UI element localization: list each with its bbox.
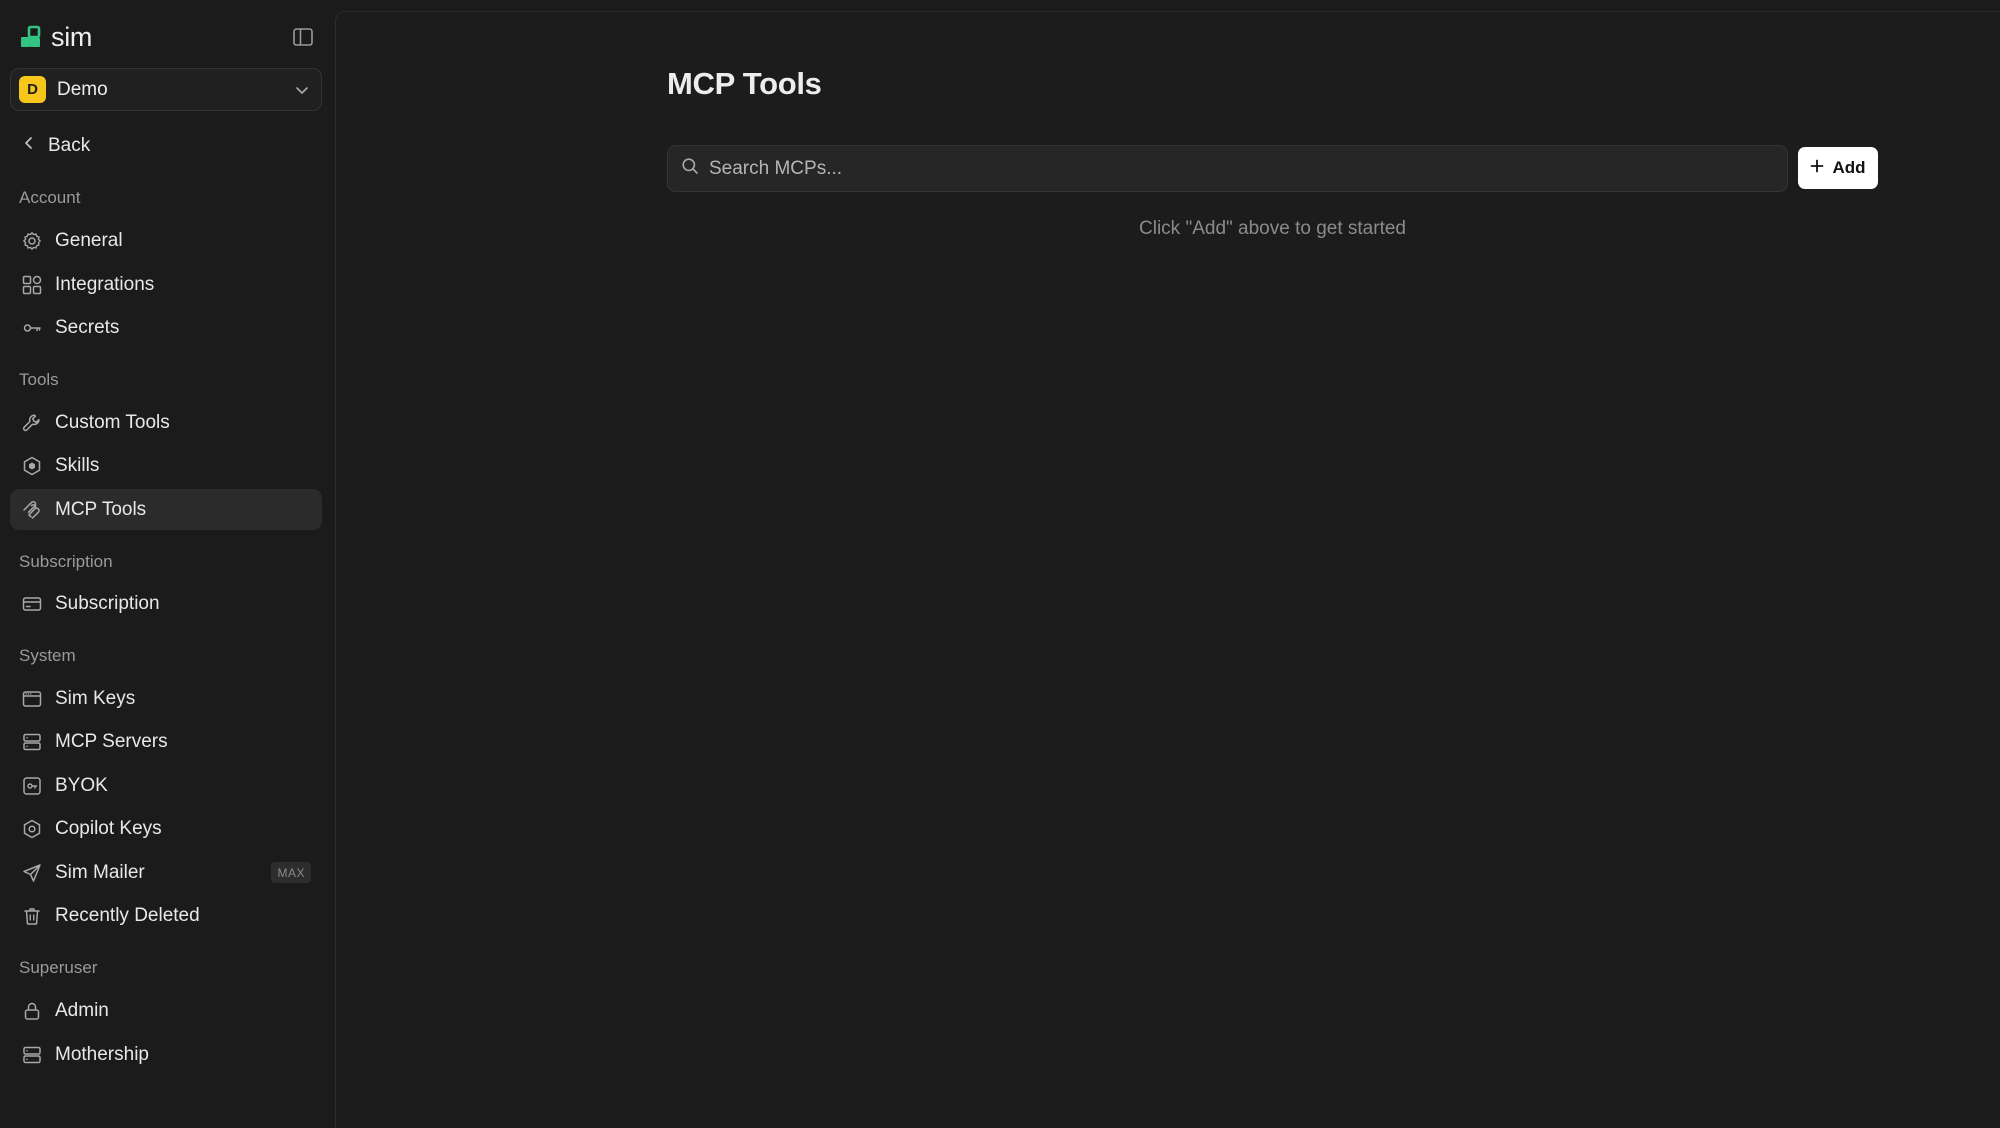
sidebar-item-skills[interactable]: Skills [10,445,322,486]
sidebar-item-label: Recently Deleted [55,904,200,926]
integrations-grid-icon [21,274,43,296]
sidebar-item-custom-tools[interactable]: Custom Tools [10,402,322,443]
sidebar-item-label: MCP Servers [55,730,168,752]
send-icon [21,862,43,884]
empty-state-message: Click "Add" above to get started [1139,218,1406,239]
plus-icon [1810,158,1824,178]
lock-icon [21,1000,43,1022]
search-input[interactable] [709,157,1759,180]
sidebar-item-admin[interactable]: Admin [10,990,322,1031]
sidebar-item-label: Copilot Keys [55,817,162,839]
server-icon [21,731,43,753]
sidebar-item-sim-mailer[interactable]: Sim Mailer MAX [10,852,322,893]
main-panel: MCP Tools Add Click "Add" above to get s… [335,11,2000,1128]
section-label-account: Account [19,188,81,207]
sidebar-item-secrets[interactable]: Secrets [10,307,322,348]
sidebar-item-integrations[interactable]: Integrations [10,264,322,305]
brand-name: sim [51,21,93,52]
sidebar-item-label: Admin [55,999,109,1021]
sidebar-item-copilot-keys[interactable]: Copilot Keys [10,808,322,849]
add-button[interactable]: Add [1798,147,1878,189]
browser-window-icon [21,688,43,710]
sidebar-item-mcp-tools[interactable]: MCP Tools [10,489,322,530]
sidebar-panel-icon [293,28,313,46]
key-icon [21,317,43,339]
section-label-subscription: Subscription [19,552,113,571]
trash-icon [21,905,43,927]
sim-logo-icon [19,25,43,49]
sidebar-item-label: Subscription [55,592,160,614]
sidebar-item-recently-deleted[interactable]: Recently Deleted [10,895,322,936]
max-badge: MAX [271,862,311,883]
chevron-left-icon [22,135,36,157]
page-title: MCP Tools [667,66,822,101]
sidebar-item-byok[interactable]: BYOK [10,765,322,806]
sidebar-item-label: BYOK [55,774,108,796]
sidebar-item-label: MCP Tools [55,498,147,520]
brand[interactable]: sim [19,20,92,54]
sidebar-item-label: Sim Mailer [55,861,145,883]
section-label-superuser: Superuser [19,958,98,977]
server-icon [21,1044,43,1066]
section-label-tools: Tools [19,370,59,389]
copilot-hexagon-icon [21,818,43,840]
sidebar-item-label: Skills [55,454,100,476]
credit-card-icon [21,593,43,615]
sidebar-item-label: Integrations [55,273,155,295]
sidebar-item-mcp-servers[interactable]: MCP Servers [10,721,322,762]
add-button-label: Add [1832,158,1866,177]
wrench-icon [21,412,43,434]
sidebar-item-sim-keys[interactable]: Sim Keys [10,678,322,719]
sidebar-item-label: Mothership [55,1043,149,1065]
workspace-switcher[interactable]: D Demo [10,68,322,111]
sidebar-item-subscription[interactable]: Subscription [10,583,322,624]
back-button[interactable]: Back [22,131,90,161]
sidebar-item-mothership[interactable]: Mothership [10,1034,322,1075]
back-label: Back [48,135,91,156]
key-box-icon [21,775,43,797]
sidebar-toggle-button[interactable] [291,26,315,48]
sidebar-item-label: Sim Keys [55,687,136,709]
chevron-down-icon [294,82,310,103]
workspace-name: Demo [57,78,108,100]
sidebar-item-label: General [55,229,123,251]
sidebar: sim D Demo Back Account General Integrat… [0,0,335,1128]
sidebar-item-label: Custom Tools [55,411,170,433]
search-bar[interactable] [667,145,1788,192]
section-label-system: System [19,646,76,665]
sidebar-item-label: Secrets [55,316,120,338]
search-icon [681,157,699,180]
workspace-avatar: D [19,76,46,103]
sidebar-item-general[interactable]: General [10,220,322,261]
gear-icon [21,230,43,252]
mcp-icon [21,499,43,521]
skills-hexagon-icon [21,455,43,477]
